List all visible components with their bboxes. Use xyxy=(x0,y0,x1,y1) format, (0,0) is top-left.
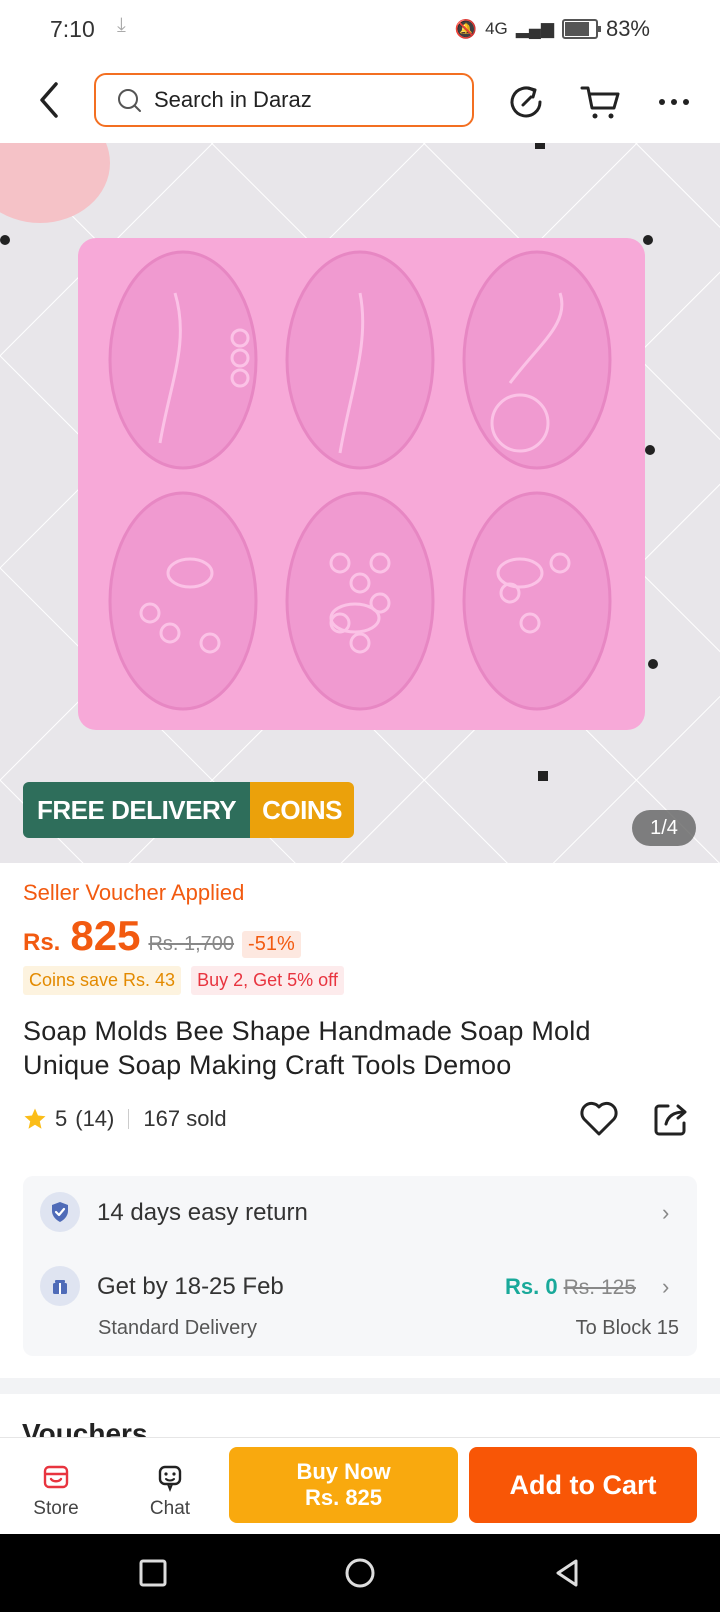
promo-tags: Coins save Rs. 43 Buy 2, Get 5% off xyxy=(23,966,344,995)
rating-value: 5 xyxy=(55,1106,68,1131)
search-bar[interactable] xyxy=(94,73,474,127)
delivery-location[interactable]: To Block 15 xyxy=(576,1317,679,1340)
search-icon xyxy=(118,89,141,112)
buy-now-label: Buy Now xyxy=(296,1459,391,1484)
more-button[interactable] xyxy=(652,80,696,124)
status-time: 7:10 xyxy=(50,16,95,42)
product-image xyxy=(0,143,720,863)
delivery-type: Standard Delivery xyxy=(98,1317,257,1339)
battery-icon xyxy=(561,19,601,39)
add-to-cart-button[interactable]: Add to Cart xyxy=(469,1447,697,1523)
product-title: Soap Molds Bee Shape Handmade Soap Mold … xyxy=(23,1016,591,1080)
delivery-fee-original: Rs. 125 xyxy=(563,1276,636,1299)
heart-icon xyxy=(580,1101,618,1136)
review-count: (14) xyxy=(75,1106,115,1131)
share-icon xyxy=(654,1104,687,1136)
delivery-row[interactable] xyxy=(40,1266,80,1306)
price-row: Rs. 825 Rs. 1,700 -51% xyxy=(23,912,301,960)
delivery-badges: FREE DELIVERY COINS xyxy=(23,782,354,838)
return-policy-text: 14 days easy return xyxy=(97,1199,308,1226)
rating-row[interactable]: 5 (14) 167 sold xyxy=(23,1106,227,1132)
battery-percent: 83% xyxy=(605,16,650,41)
gift-box-icon xyxy=(40,1266,80,1306)
seller-voucher-label: Seller Voucher Applied xyxy=(23,880,245,905)
product-image-gallery[interactable] xyxy=(0,143,720,863)
store-icon xyxy=(43,1465,69,1489)
network-label: 4G xyxy=(485,19,508,38)
sold-count: 167 sold xyxy=(143,1106,227,1131)
currency-label: Rs. xyxy=(23,929,61,956)
recent-apps-icon[interactable] xyxy=(135,1555,171,1591)
chevron-right-icon[interactable]: › xyxy=(662,1274,669,1300)
share-button[interactable] xyxy=(652,1100,690,1138)
cart-button[interactable] xyxy=(578,80,622,124)
search-input[interactable] xyxy=(152,86,456,114)
star-icon xyxy=(24,1108,46,1129)
discount-badge: -51% xyxy=(242,931,301,958)
status-bar: 7:10 ⤓ 🔕 4G ▂▄▆ 83% xyxy=(0,0,720,62)
delivery-estimate: Get by 18-25 Feb xyxy=(97,1273,284,1300)
coins-badge: COINS xyxy=(250,782,354,838)
chevron-left-icon xyxy=(40,82,58,118)
wishlist-button[interactable] xyxy=(578,1098,620,1138)
chat-icon xyxy=(158,1465,182,1492)
buy-now-button[interactable]: Buy Now Rs. 825 xyxy=(229,1447,458,1523)
home-icon[interactable] xyxy=(342,1555,378,1591)
signal-icon: ▂▄▆ xyxy=(515,19,554,38)
delivery-fee: Rs. 0 Rs. 125 xyxy=(505,1274,636,1300)
current-price: 825 xyxy=(70,912,141,959)
original-price: Rs. 1,700 xyxy=(148,933,235,955)
return-row[interactable] xyxy=(40,1192,80,1232)
history-button[interactable] xyxy=(504,80,548,124)
store-button[interactable]: Store xyxy=(16,1462,96,1520)
status-right: 🔕 4G ▂▄▆ 83% xyxy=(455,16,650,42)
chat-label: Chat xyxy=(149,1498,191,1519)
history-icon xyxy=(510,86,542,118)
coins-save-tag[interactable]: Coins save Rs. 43 xyxy=(23,966,182,995)
buy-now-price: Rs. 825 xyxy=(304,1485,383,1510)
free-delivery-badge: FREE DELIVERY xyxy=(23,782,251,838)
cart-icon xyxy=(580,86,620,119)
back-button[interactable] xyxy=(30,78,70,122)
mute-icon: 🔕 xyxy=(454,18,478,39)
back-nav-icon[interactable] xyxy=(550,1555,586,1591)
section-divider xyxy=(0,1378,720,1394)
shield-check-icon xyxy=(40,1192,80,1232)
divider xyxy=(128,1109,130,1129)
image-counter: 1/4 xyxy=(632,810,696,846)
buy-more-tag[interactable]: Buy 2, Get 5% off xyxy=(191,966,344,995)
download-icon: ⤓ xyxy=(117,14,126,36)
more-icon xyxy=(659,99,689,105)
chevron-right-icon[interactable]: › xyxy=(662,1200,669,1226)
chat-button[interactable]: Chat xyxy=(130,1462,210,1520)
delivery-fee-value: Rs. 0 xyxy=(505,1274,558,1299)
store-label: Store xyxy=(33,1498,79,1519)
